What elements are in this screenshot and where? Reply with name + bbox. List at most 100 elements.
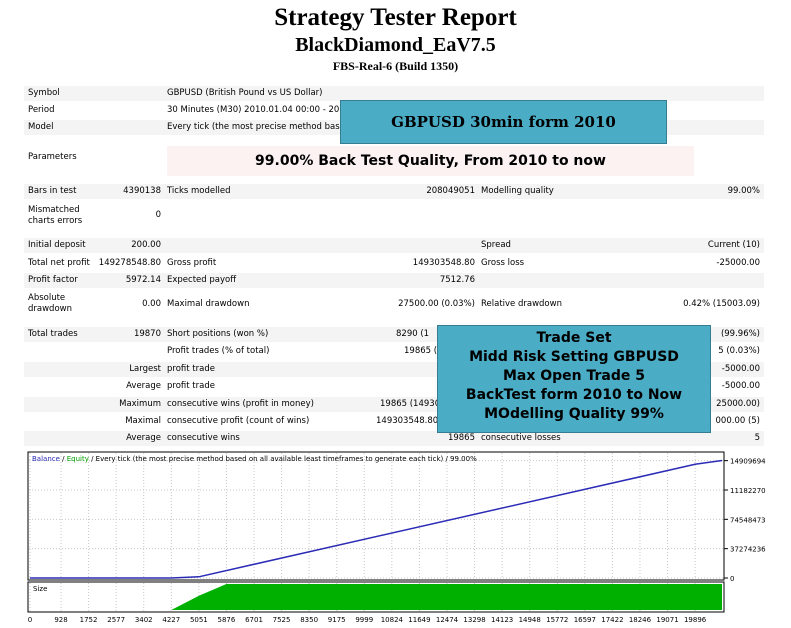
legend-equity: Equity	[67, 455, 89, 463]
avg-consec-wins-value: 19865	[447, 433, 475, 443]
x-tick-label: 928	[54, 616, 67, 624]
modelling-quality-value: 99.00%	[727, 186, 760, 196]
largest-profit-label: profit trade	[167, 364, 215, 374]
x-tick-label: 9999	[355, 616, 373, 624]
ticks-label: Ticks modelled	[167, 186, 231, 196]
report-title: Strategy Tester Report	[274, 4, 517, 31]
x-tick-label: 4227	[162, 616, 180, 624]
largest-label: Largest	[129, 364, 161, 374]
avg-consec-wins-label: consecutive wins	[167, 433, 240, 443]
short-positions-label: Short positions (won %)	[167, 329, 269, 339]
max-consec-wins-value: 19865 (14930	[380, 399, 441, 409]
trade-set-line: BackTest form 2010 to Now	[465, 387, 683, 403]
profit-trades-value: 19865 (	[404, 346, 438, 356]
model-value: Every tick (the most precise method base	[167, 122, 345, 132]
x-tick-label: 16597	[574, 616, 596, 624]
x-tick-label: 19071	[656, 616, 678, 624]
expected-payoff-label: Expected payoff	[167, 275, 237, 285]
symbol-label: Symbol	[28, 88, 60, 98]
legend-sep: /	[60, 455, 67, 463]
x-tick-label: 14948	[519, 616, 541, 624]
max-drawdown-value: 27500.00 (0.03%)	[398, 299, 475, 309]
row-bg	[24, 86, 764, 101]
net-profit-value: 149278548.80	[98, 258, 161, 268]
period-label: Period	[28, 105, 55, 115]
x-tick-label: 1752	[80, 616, 98, 624]
trade-set-line: MOdelling Quality 99%	[484, 406, 664, 422]
gross-loss-label: Gross loss	[481, 258, 525, 268]
trade-set-line: Trade Set	[536, 330, 612, 346]
legend-rest: / Every tick (the most precise method ba…	[89, 455, 477, 463]
x-tick-label: 17422	[601, 616, 623, 624]
expected-payoff-value: 7512.76	[439, 275, 475, 285]
trade-set-banner: Trade Set Midd Risk Setting GBPUSD Max O…	[437, 325, 711, 433]
balance-panel	[27, 451, 725, 581]
x-tick-label: 6701	[245, 616, 263, 624]
y-tick-label: 0	[730, 575, 734, 583]
size-panel: Size	[27, 581, 725, 613]
x-tick-label: 2577	[107, 616, 125, 624]
average-label: Average	[126, 381, 161, 391]
mismatch-label-2: charts errors	[28, 216, 83, 226]
net-profit-label: Total net profit	[28, 258, 90, 268]
x-tick-label: 10824	[381, 616, 404, 624]
gross-loss-value: -25000.00	[716, 258, 760, 268]
total-trades-label: Total trades	[28, 329, 78, 339]
rel-drawdown-label: Relative drawdown	[481, 299, 562, 309]
x-tick-label: 13298	[463, 616, 485, 624]
x-tick-label: 14123	[491, 616, 513, 624]
modelling-quality-label: Modelling quality	[481, 186, 554, 196]
period-value: 30 Minutes (M30) 2010.01.04 00:00 - 20	[167, 105, 340, 115]
model-label: Model	[28, 122, 54, 132]
mismatch-label-1: Mismatched	[28, 205, 80, 215]
mismatch-value: 0	[155, 210, 161, 220]
x-tick-label: 8350	[300, 616, 318, 624]
profit-factor-label: Profit factor	[28, 275, 78, 285]
x-tick-label: 9175	[328, 616, 346, 624]
bars-label: Bars in test	[28, 186, 77, 196]
legend-text: Balance / Equity / Every tick (the most …	[32, 455, 477, 463]
legend-balance: Balance	[32, 455, 60, 463]
ea-name: BlackDiamond_EaV7.5	[295, 34, 496, 56]
y-tick-label: 14909694	[730, 458, 766, 466]
avg-consec-losses-label: consecutive losses	[481, 433, 561, 443]
x-tick-label: 19896	[684, 616, 707, 624]
max-drawdown-label: Maximal drawdown	[167, 299, 250, 309]
ticks-value: 208049051	[426, 186, 475, 196]
y-tick-label: 11182270	[730, 487, 766, 495]
rel-drawdown-value: 0.42% (15003.09)	[683, 299, 760, 309]
y-tick-label: 74548473	[730, 516, 766, 524]
balance-chart: Balance / Equity / Every tick (the most …	[0, 448, 791, 628]
avg-consec-losses-value: 5	[754, 433, 760, 443]
gross-profit-label: Gross profit	[167, 258, 217, 268]
maximal-label: Maximal	[125, 416, 161, 426]
bars-value: 4390138	[123, 186, 161, 196]
max-consec-wins-label: consecutive wins (profit in money)	[167, 399, 314, 409]
parameters-label: Parameters	[28, 152, 77, 162]
x-tick-label: 5051	[190, 616, 208, 624]
total-trades-value: 19870	[133, 329, 161, 339]
x-tick-label: 3402	[135, 616, 153, 624]
chart-legend: Balance / Equity / Every tick (the most …	[32, 455, 477, 463]
trade-set-line: Max Open Trade 5	[502, 368, 646, 384]
maximum-label: Maximum	[119, 399, 161, 409]
deposit-label: Initial deposit	[28, 240, 86, 250]
x-tick-label: 18246	[629, 616, 652, 624]
abs-drawdown-label-2: drawdown	[28, 304, 72, 314]
spread-value: Current (10)	[707, 240, 760, 250]
average-profit-label: profit trade	[167, 381, 215, 391]
quality-banner: 99.00% Back Test Quality, From 2010 to n…	[255, 153, 606, 169]
abs-drawdown-value: 0.00	[142, 299, 161, 309]
x-tick-label: 15772	[546, 616, 568, 624]
x-tick-label: 5876	[218, 616, 236, 624]
x-tick-label: 7525	[273, 616, 291, 624]
deposit-value: 200.00	[131, 240, 161, 250]
short-positions-value: 8290 (1	[396, 329, 430, 339]
gross-profit-value: 149303548.80	[412, 258, 475, 268]
size-label: Size	[33, 585, 47, 593]
max-consec-profit-label: consecutive profit (count of wins)	[167, 416, 310, 426]
trade-set-line: Midd Risk Setting GBPUSD	[469, 349, 679, 365]
spread-label: Spread	[481, 240, 511, 250]
x-tick-label: 11649	[408, 616, 430, 624]
server-name: FBS-Real-6 (Build 1350)	[332, 59, 459, 73]
